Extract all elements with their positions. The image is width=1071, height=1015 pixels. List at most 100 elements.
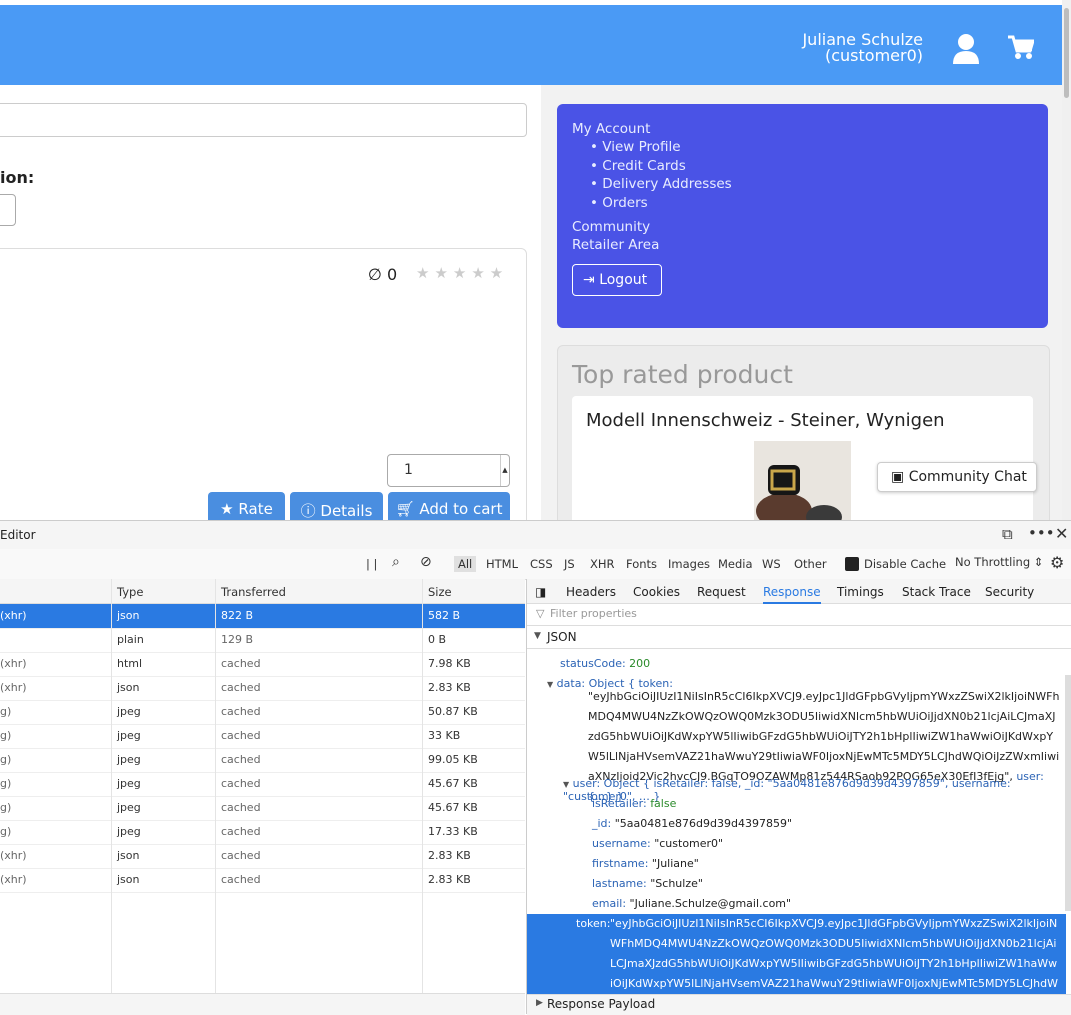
logout-label: Logout bbox=[599, 272, 648, 288]
json-key: data: bbox=[556, 677, 586, 690]
json-value: "customer0" bbox=[654, 837, 724, 850]
tab-headers[interactable]: Headers bbox=[566, 585, 616, 599]
table-row[interactable]: g) jpeg cached 50.87 KB bbox=[0, 700, 525, 725]
cell-name: g) bbox=[0, 801, 12, 814]
quantity-stepper[interactable]: 1 ▲ bbox=[387, 454, 510, 487]
cart-icon[interactable] bbox=[1008, 35, 1034, 61]
tab-request[interactable]: Request bbox=[697, 585, 746, 599]
throttling-select[interactable]: No Throttling ⇕ bbox=[955, 555, 1043, 569]
dock-icon[interactable]: ⧉ bbox=[1002, 525, 1013, 543]
disable-cache-checkbox[interactable] bbox=[845, 557, 859, 571]
table-row[interactable]: g) jpeg cached 17.33 KB bbox=[0, 820, 525, 845]
more-options-icon[interactable]: ••• bbox=[1028, 524, 1055, 542]
expand-icon: ▼ bbox=[547, 680, 554, 689]
tab-response[interactable]: Response bbox=[763, 585, 821, 604]
table-row[interactable]: (xhr) json cached 2.83 KB bbox=[0, 676, 525, 701]
cell-size: 2.83 KB bbox=[428, 873, 471, 886]
json-field: username: "customer0" bbox=[592, 837, 723, 850]
account-item-view-profile[interactable]: • View Profile bbox=[590, 139, 681, 155]
user-icon[interactable] bbox=[952, 33, 980, 65]
json-key: email: bbox=[592, 897, 627, 910]
toggle-sidebar-icon[interactable]: ◨ bbox=[535, 585, 546, 599]
filter-button[interactable] bbox=[0, 194, 16, 226]
json-key: token: bbox=[576, 917, 611, 930]
table-row[interactable]: (xhr) json cached 2.83 KB bbox=[0, 844, 525, 869]
filter-other[interactable]: Other bbox=[794, 557, 827, 571]
community-link[interactable]: Community bbox=[572, 219, 650, 235]
tab-timings[interactable]: Timings bbox=[837, 585, 884, 599]
filter-properties-bar: ▽ Filter properties bbox=[527, 603, 1071, 626]
filter-fonts[interactable]: Fonts bbox=[626, 557, 657, 571]
json-token-selected[interactable]: token: "eyJhbGciOiJIUzI1NiIsInR5cCI6IkpX… bbox=[527, 914, 1066, 994]
response-payload-section[interactable]: ▶ Response Payload bbox=[527, 994, 1071, 1015]
search-input[interactable] bbox=[0, 103, 527, 137]
column-type[interactable]: Type bbox=[117, 585, 143, 599]
json-scrollbar[interactable] bbox=[1065, 675, 1071, 911]
top-rated-panel: Top rated product Modell Innenschweiz - … bbox=[557, 345, 1050, 537]
column-size[interactable]: Size bbox=[428, 585, 452, 599]
settings-gear-icon[interactable]: ⚙ bbox=[1050, 553, 1064, 572]
devtools-titlebar: Editor ⧉ ••• ✕ bbox=[0, 521, 1071, 550]
cell-transferred: cached bbox=[221, 729, 261, 742]
table-row[interactable]: g) jpeg cached 33 KB bbox=[0, 724, 525, 749]
table-row[interactable]: g) jpeg cached 45.67 KB bbox=[0, 796, 525, 821]
community-chat-button[interactable]: ▣ Community Chat bbox=[877, 462, 1037, 492]
table-row[interactable]: (xhr) html cached 7.98 KB bbox=[0, 652, 525, 677]
json-section-header[interactable]: ▼ JSON bbox=[527, 626, 1071, 649]
cell-transferred: cached bbox=[221, 657, 261, 670]
account-item-label: Credit Cards bbox=[602, 158, 686, 174]
page-scrollbar[interactable] bbox=[1062, 0, 1071, 520]
search-icon[interactable]: ⌕ bbox=[392, 554, 400, 570]
my-account-link[interactable]: My Account bbox=[572, 121, 650, 137]
column-transferred[interactable]: Transferred bbox=[221, 585, 286, 599]
cell-type: json bbox=[117, 873, 140, 886]
filter-ws[interactable]: WS bbox=[762, 557, 781, 571]
devtools-tab-editor[interactable]: Editor bbox=[0, 528, 36, 542]
json-value: "Schulze" bbox=[650, 877, 703, 890]
table-row[interactable]: (xhr) json 822 B 582 B bbox=[0, 604, 525, 629]
account-item-label: Delivery Addresses bbox=[602, 176, 732, 192]
filter-images[interactable]: Images bbox=[668, 557, 710, 571]
details-button[interactable]: ⓘ Details bbox=[290, 492, 383, 522]
filter-css[interactable]: CSS bbox=[530, 557, 553, 571]
filter-properties-input[interactable]: Filter properties bbox=[550, 607, 637, 620]
filter-all[interactable]: All bbox=[454, 556, 477, 572]
account-item-delivery-addresses[interactable]: • Delivery Addresses bbox=[590, 176, 732, 192]
tab-security[interactable]: Security bbox=[985, 585, 1034, 599]
tab-cookies[interactable]: Cookies bbox=[633, 585, 680, 599]
user-display[interactable]: Juliane Schulze (customer0) bbox=[802, 32, 923, 64]
close-icon[interactable]: ✕ bbox=[1055, 524, 1068, 543]
add-to-cart-button[interactable]: 🛒︎ Add to cart bbox=[388, 492, 510, 522]
filter-html[interactable]: HTML bbox=[486, 557, 518, 571]
pause-icon[interactable]: | | bbox=[366, 557, 377, 571]
product-image[interactable] bbox=[754, 441, 851, 521]
table-row[interactable]: g) jpeg cached 45.67 KB bbox=[0, 772, 525, 797]
cell-name: g) bbox=[0, 753, 12, 766]
filter-xhr[interactable]: XHR bbox=[590, 557, 615, 571]
cell-name: (xhr) bbox=[0, 609, 27, 622]
account-item-orders[interactable]: • Orders bbox=[590, 195, 648, 211]
table-row[interactable]: plain 129 B 0 B bbox=[0, 628, 525, 653]
json-field: email: "Juliane.Schulze@gmail.com" bbox=[592, 897, 791, 910]
json-key: lastname: bbox=[592, 877, 647, 890]
avg-symbol: ∅ bbox=[368, 265, 382, 284]
clear-icon[interactable]: ⊘ bbox=[420, 554, 432, 570]
json-value: false bbox=[650, 797, 677, 810]
collapse-icon: ▼ bbox=[534, 631, 541, 641]
cell-type: jpeg bbox=[117, 729, 141, 742]
table-row[interactable]: g) jpeg cached 99.05 KB bbox=[0, 748, 525, 773]
account-item-credit-cards[interactable]: • Credit Cards bbox=[590, 158, 686, 174]
cell-type: jpeg bbox=[117, 753, 141, 766]
quantity-spinner[interactable]: ▲ bbox=[500, 455, 509, 486]
table-row[interactable]: (xhr) json cached 2.83 KB bbox=[0, 868, 525, 893]
filter-media[interactable]: Media bbox=[718, 557, 753, 571]
star-icon: ★ bbox=[220, 500, 234, 518]
cell-transferred: cached bbox=[221, 681, 261, 694]
tab-stack-trace[interactable]: Stack Trace bbox=[902, 585, 971, 599]
retailer-area-link[interactable]: Retailer Area bbox=[572, 237, 659, 253]
star-rating: ★★★★★ bbox=[416, 264, 509, 282]
logout-button[interactable]: ⇥ Logout bbox=[572, 264, 662, 296]
filter-js[interactable]: JS bbox=[564, 557, 575, 571]
rate-button[interactable]: ★ Rate bbox=[208, 492, 285, 522]
cell-type: jpeg bbox=[117, 777, 141, 790]
